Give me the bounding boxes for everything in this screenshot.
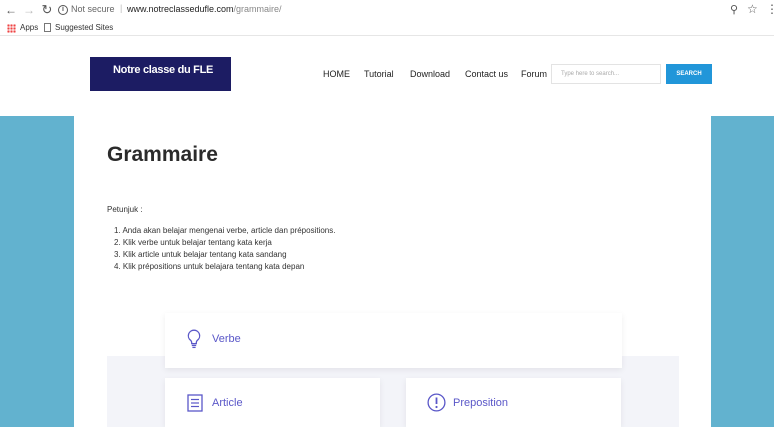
page-title: Grammaire xyxy=(107,143,218,166)
lightbulb-icon xyxy=(187,329,201,349)
browser-toolbar: ← → ↻ i Not secure | www.notreclassedufl… xyxy=(0,0,774,21)
url-path: /grammaire/ xyxy=(233,4,282,14)
bookmark-suggested-sites[interactable]: Suggested Sites xyxy=(55,23,113,32)
article-card-label[interactable]: Article xyxy=(212,397,243,409)
instructions-label: Petunjuk : xyxy=(107,205,143,214)
instructions-list: 1. Anda akan belajar mengenai verbe, art… xyxy=(114,225,335,273)
bookmark-apps[interactable]: Apps xyxy=(20,23,38,32)
site-logo[interactable]: Notre classe du FLE xyxy=(90,57,231,91)
zoom-icon[interactable]: ⚲ xyxy=(730,3,738,16)
bookmarks-bar: Apps Suggested Sites xyxy=(0,21,774,36)
url-separator: | xyxy=(120,3,123,13)
page-icon xyxy=(44,23,51,32)
preposition-card-label[interactable]: Preposition xyxy=(453,397,508,409)
url-domain: www.notreclassedufle.com xyxy=(127,4,234,14)
instruction-item: 1. Anda akan belajar mengenai verbe, art… xyxy=(114,226,336,235)
nav-forum[interactable]: Forum xyxy=(521,69,547,79)
address-bar[interactable]: www.notreclassedufle.com/grammaire/ xyxy=(127,4,282,14)
exclamation-circle-icon xyxy=(427,393,446,412)
nav-download[interactable]: Download xyxy=(410,69,450,79)
site-header: Notre classe du FLE HOME Tutorial Downlo… xyxy=(0,36,774,116)
reload-icon[interactable]: ↻ xyxy=(40,2,54,18)
preposition-card[interactable]: Preposition xyxy=(406,378,621,427)
instruction-item: 3. Klik article untuk belajar tentang ka… xyxy=(114,250,287,259)
document-icon xyxy=(187,394,203,412)
forward-arrow-icon[interactable]: → xyxy=(22,3,36,17)
search-input[interactable]: Type here to search... xyxy=(551,64,661,84)
verbe-card-label[interactable]: Verbe xyxy=(212,333,241,345)
back-arrow-icon[interactable]: ← xyxy=(4,3,18,17)
search-button[interactable]: SEARCH xyxy=(666,64,712,84)
nav-home[interactable]: HOME xyxy=(323,69,350,79)
article-card[interactable]: Article xyxy=(165,378,380,427)
instruction-item: 4. Klik prépositions untuk belajara tent… xyxy=(114,262,305,271)
apps-grid-icon[interactable] xyxy=(7,24,16,33)
more-menu-icon[interactable]: ⋮ xyxy=(766,2,774,16)
bookmark-star-icon[interactable]: ☆ xyxy=(747,2,758,16)
security-status[interactable]: Not secure xyxy=(71,4,115,14)
nav-tutorial[interactable]: Tutorial xyxy=(364,69,394,79)
info-icon[interactable]: i xyxy=(58,5,68,15)
verbe-card[interactable]: Verbe xyxy=(165,313,622,368)
instruction-item: 2. Klik verbe untuk belajar tentang kata… xyxy=(114,238,272,247)
nav-contact-us[interactable]: Contact us xyxy=(465,69,508,79)
